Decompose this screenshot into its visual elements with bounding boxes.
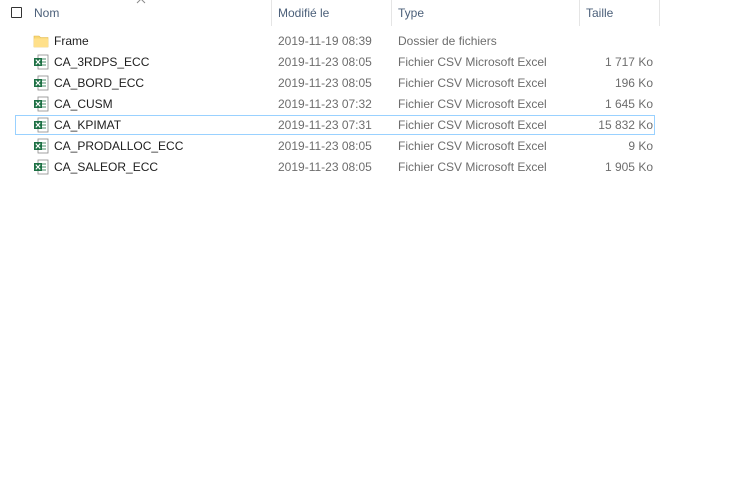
excel-csv-icon (34, 96, 49, 112)
excel-csv-icon (34, 117, 49, 133)
excel-csv-icon (34, 159, 49, 175)
select-all-checkbox[interactable] (11, 7, 22, 18)
file-row-ca-cusm[interactable]: CA_CUSM 2019-11-23 07:32 Fichier CSV Mic… (15, 94, 655, 114)
excel-csv-icon (34, 138, 49, 154)
file-size: 1 905 Ko (604, 160, 653, 174)
file-name: CA_3RDPS_ECC (54, 55, 150, 69)
file-type: Fichier CSV Microsoft Excel (398, 160, 547, 174)
file-type: Dossier de fichiers (398, 34, 497, 48)
file-size: 15 832 Ko (598, 118, 653, 132)
file-name: CA_KPIMAT (54, 118, 122, 132)
file-date-modified: 2019-11-23 08:05 (278, 55, 372, 69)
file-date-modified: 2019-11-23 08:05 (278, 139, 372, 153)
file-name: CA_PRODALLOC_ECC (54, 139, 184, 153)
file-name: CA_BORD_ECC (54, 76, 145, 90)
folder-icon (33, 35, 49, 48)
file-row-frame[interactable]: Frame 2019-11-19 08:39 Dossier de fichie… (15, 31, 655, 51)
excel-csv-icon (34, 75, 49, 91)
file-type: Fichier CSV Microsoft Excel (398, 76, 547, 90)
file-row-ca-prodalloc-ecc[interactable]: CA_PRODALLOC_ECC 2019-11-23 08:05 Fichie… (15, 136, 655, 156)
file-date-modified: 2019-11-19 08:39 (278, 34, 372, 48)
file-row-ca-saleor-ecc[interactable]: CA_SALEOR_ECC 2019-11-23 08:05 Fichier C… (15, 157, 655, 177)
file-date-modified: 2019-11-23 08:05 (278, 160, 372, 174)
file-size (581, 32, 653, 50)
file-size: 1 645 Ko (604, 97, 653, 111)
file-size: 1 717 Ko (604, 55, 653, 69)
file-type: Fichier CSV Microsoft Excel (398, 55, 547, 69)
file-name: CA_CUSM (54, 97, 113, 111)
file-name: CA_SALEOR_ECC (54, 160, 159, 174)
file-date-modified: 2019-11-23 08:05 (278, 76, 372, 90)
column-header-name[interactable]: Nom (28, 0, 272, 26)
file-date-modified: 2019-11-23 07:31 (278, 118, 372, 132)
file-size: 196 Ko (614, 76, 653, 90)
column-header-type[interactable]: Type (392, 0, 580, 26)
file-type: Fichier CSV Microsoft Excel (398, 97, 547, 111)
file-size: 9 Ko (628, 139, 653, 153)
column-header-bar: Nom Modifié le Type Taille (0, 0, 754, 26)
file-date-modified: 2019-11-23 07:32 (278, 97, 372, 111)
file-row-ca-bord-ecc[interactable]: CA_BORD_ECC 2019-11-23 08:05 Fichier CSV… (15, 73, 655, 93)
file-type: Fichier CSV Microsoft Excel (398, 118, 547, 132)
column-header-date-modified[interactable]: Modifié le (272, 0, 392, 26)
file-row-ca-kpimat[interactable]: CA_KPIMAT 2019-11-23 07:31 Fichier CSV M… (15, 115, 655, 135)
file-name: Frame (54, 34, 89, 48)
column-header-size[interactable]: Taille (580, 0, 660, 26)
file-row-ca-3rdps-ecc[interactable]: CA_3RDPS_ECC 2019-11-23 08:05 Fichier CS… (15, 52, 655, 72)
excel-csv-icon (34, 54, 49, 70)
file-type: Fichier CSV Microsoft Excel (398, 139, 547, 153)
